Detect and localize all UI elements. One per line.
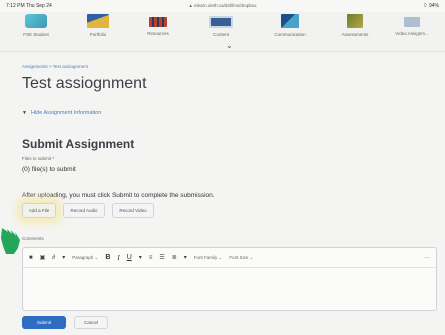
bullet-list-icon[interactable]: ☰: [159, 254, 164, 261]
status-time: 7:12 PM Thu Sep 24: [6, 3, 52, 9]
chevron-down-icon[interactable]: ⌄: [226, 41, 233, 50]
numbered-list-icon[interactable]: ≣: [172, 254, 177, 261]
nav-item-resources[interactable]: Resources: [130, 12, 186, 44]
underline-button[interactable]: U: [127, 254, 132, 261]
breadcrumb[interactable]: Assignments > Test assiognment: [22, 64, 88, 69]
nav-item-assessments[interactable]: Assessments: [327, 12, 383, 44]
form-actions: Submit Cancel: [22, 316, 108, 329]
portfolio-icon: [87, 14, 109, 28]
editor-toolbar: ■ ▣ ∂ ▾ Paragraph ⌄ B I U ▾ ≡ ☰ ≣ ▾ Font…: [23, 248, 436, 268]
align-icon[interactable]: ≡: [149, 255, 153, 261]
course-navbar: FSE Student Portfolio Resources Content …: [0, 12, 445, 52]
nav-item-video-assignments[interactable]: Video Assignm...: [384, 12, 440, 44]
assessments-icon: [347, 14, 363, 28]
format-caret-icon[interactable]: ▾: [139, 254, 142, 261]
files-label: Files to submit *: [22, 156, 55, 161]
url-bar[interactable]: ▲ elearn.uleth.ca/d2l/lms/dropbox: [188, 3, 256, 8]
insert-link-icon[interactable]: ∂: [52, 255, 55, 261]
comments-editor[interactable]: ■ ▣ ∂ ▾ Paragraph ⌄ B I U ▾ ≡ ☰ ≣ ▾ Font…: [22, 247, 437, 311]
content-icon: [209, 16, 233, 28]
nav-item-fse-student[interactable]: FSE Student: [8, 12, 64, 44]
font-size-select[interactable]: Font Size ⌄: [229, 255, 253, 261]
insert-stuff-icon[interactable]: ■: [29, 255, 33, 261]
comments-label: Comments: [22, 236, 44, 241]
hide-info-label: Hide Assignment Information: [30, 110, 102, 116]
italic-button[interactable]: I: [117, 254, 119, 262]
bold-button[interactable]: B: [105, 254, 110, 261]
more-options-icon[interactable]: ···: [424, 255, 430, 261]
triangle-down-icon: ▼: [22, 110, 27, 116]
hand-pointer-icon: [1, 228, 20, 254]
battery-indicator: ⌔ 94%: [422, 3, 439, 9]
video-assignment-icon: [404, 17, 420, 27]
communication-icon: [281, 14, 299, 28]
fse-student-icon: [25, 14, 47, 28]
upload-instructions: After uploading, you must click Submit t…: [22, 192, 215, 199]
dropdown-caret-icon[interactable]: ▾: [62, 254, 65, 261]
nav-item-content[interactable]: Content: [193, 12, 249, 44]
resources-icon: [149, 17, 167, 27]
nav-item-communication[interactable]: Communication: [262, 12, 318, 44]
cancel-button[interactable]: Cancel: [74, 316, 108, 329]
files-count: (0) file(s) to submit: [22, 166, 76, 173]
nav-item-portfolio[interactable]: Portfolio: [70, 12, 126, 44]
font-family-select[interactable]: Font Family ⌄: [194, 255, 223, 261]
paragraph-select[interactable]: Paragraph ⌄: [72, 255, 98, 261]
hide-assignment-info-toggle[interactable]: ▼ Hide Assignment Information: [22, 110, 101, 116]
submit-button[interactable]: Submit: [22, 316, 66, 329]
page-title: Test assiognment: [22, 75, 147, 92]
record-video-button[interactable]: Record Video: [112, 203, 154, 218]
status-bar: 7:12 PM Thu Sep 24 ▲ elearn.uleth.ca/d2l…: [0, 0, 445, 12]
upload-button-row: Add a File Record Audio Record Video: [22, 203, 154, 218]
record-audio-button[interactable]: Record Audio: [63, 203, 105, 218]
add-file-button[interactable]: Add a File: [22, 203, 56, 218]
list-caret-icon[interactable]: ▾: [184, 254, 187, 261]
insert-image-icon[interactable]: ▣: [40, 254, 46, 261]
section-title: Submit Assignment: [22, 137, 135, 151]
